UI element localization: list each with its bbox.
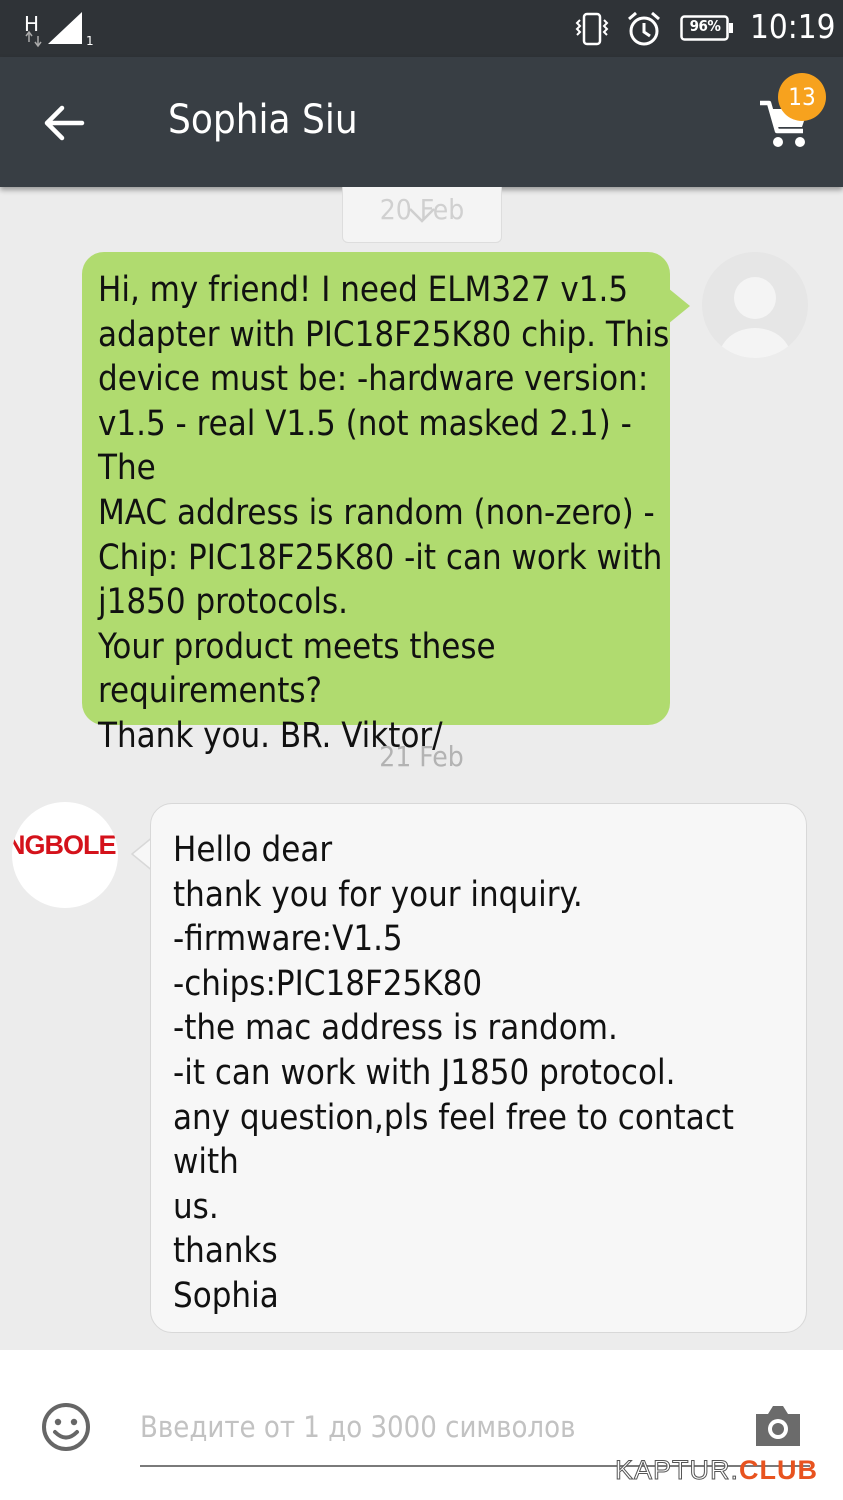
incoming-message-bubble[interactable]: Hello dear thank you for your inquiry. -… <box>150 803 807 1333</box>
watermark: KAPTUR.CLUB <box>614 1455 819 1486</box>
app-bar: Sophia Siu 13 <box>0 57 843 187</box>
alarm-icon <box>628 11 660 46</box>
seller-avatar[interactable]: NGBOLE <box>12 802 118 908</box>
message-input[interactable] <box>140 1400 600 1454</box>
status-bar: H 1 96% 10:19 <box>0 0 843 57</box>
date-separator: 21 Feb <box>379 740 464 773</box>
user-avatar-icon <box>719 277 791 358</box>
outgoing-message-bubble[interactable]: Hi, my friend! I need ELM327 v1.5 adapte… <box>82 252 670 756</box>
incoming-message-text: Hello dear thank you for your inquiry. -… <box>173 830 734 1316</box>
load-earlier-pill[interactable]: 20 Feb <box>342 187 502 243</box>
signal-sub: 1 <box>86 34 94 48</box>
signal-icon: H 1 <box>24 12 94 48</box>
emoji-icon[interactable] <box>41 1402 91 1452</box>
seller-logo: NGBOLE <box>12 830 117 860</box>
my-avatar <box>702 252 808 358</box>
conversation-title: Sophia Siu <box>168 97 358 143</box>
chevron-down-icon <box>409 208 435 223</box>
watermark-part-2: CLUB <box>739 1455 819 1485</box>
camera-icon[interactable] <box>752 1402 804 1448</box>
network-type: H <box>24 12 39 36</box>
outgoing-message-text: Hi, my friend! I need ELM327 v1.5 adapte… <box>98 270 670 756</box>
clock: 10:19 <box>750 7 836 46</box>
back-arrow-icon[interactable] <box>42 101 86 145</box>
outgoing-bubble-tail <box>668 288 690 324</box>
vibrate-icon <box>575 12 609 46</box>
battery-percent: 96% <box>689 17 721 35</box>
watermark-part-1: KAPTUR. <box>614 1455 740 1486</box>
cart-badge: 13 <box>778 73 826 121</box>
